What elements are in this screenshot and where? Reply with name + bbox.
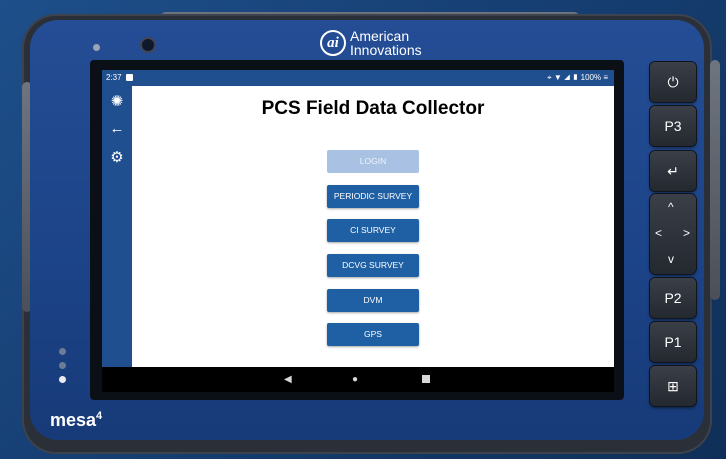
windows-key[interactable]: ⊞ xyxy=(650,366,696,406)
enter-icon: ↵ xyxy=(667,163,679,179)
power-button[interactable]: ⏻ xyxy=(650,62,696,102)
signal-icon: ◢ xyxy=(563,73,571,82)
brand-line-2: Innovations xyxy=(350,42,422,58)
brand-name: American Innovations xyxy=(350,29,422,57)
menu-icon: ≡ xyxy=(603,73,608,82)
power-icon: ⏻ xyxy=(667,74,679,90)
p2-key[interactable]: P2 xyxy=(650,278,696,318)
chevron-left-icon[interactable]: < xyxy=(655,226,662,240)
brand-line-1: American xyxy=(350,28,410,44)
periodic-survey-button[interactable]: PERIODIC SURVEY xyxy=(327,185,419,208)
windows-icon: ⊞ xyxy=(667,378,679,394)
chevron-up-icon[interactable]: ^ xyxy=(668,200,674,214)
back-arrow-icon[interactable]: ← xyxy=(102,120,132,137)
dcvg-survey-button[interactable]: DCVG SURVEY xyxy=(327,254,419,277)
device-screen: 2:37 ⌖ ▼ ◢ ▮ 100% ≡ ✺ ← ⚙ PCS Field Data… xyxy=(102,70,614,392)
directional-pad[interactable]: ^ v < > xyxy=(650,194,696,274)
app-logo-icon[interactable]: ✺ xyxy=(102,92,132,110)
battery-icon: ▮ xyxy=(572,73,579,82)
light-sensor xyxy=(93,44,100,51)
login-button[interactable]: LOGIN xyxy=(327,150,419,173)
ci-survey-button[interactable]: CI SURVEY xyxy=(327,219,419,242)
device-grip-right xyxy=(710,60,720,300)
enter-key[interactable]: ↵ xyxy=(650,151,696,191)
nav-recents-icon[interactable] xyxy=(422,375,430,383)
location-icon: ⌖ xyxy=(547,73,552,82)
gear-icon[interactable]: ⚙ xyxy=(102,148,132,166)
indicator-led-1 xyxy=(59,348,66,355)
model-name: mesa4 xyxy=(50,410,102,431)
wifi-icon: ▼ xyxy=(553,73,562,82)
gps-button[interactable]: GPS xyxy=(327,323,419,346)
brand-logo: ai xyxy=(320,30,346,56)
p3-key[interactable]: P3 xyxy=(650,106,696,146)
page-title: PCS Field Data Collector xyxy=(261,98,485,119)
side-rail: ✺ ← ⚙ xyxy=(102,86,132,367)
p1-key[interactable]: P1 xyxy=(650,322,696,362)
nav-back-icon[interactable]: ◀ xyxy=(284,367,292,392)
camera-lens-icon xyxy=(140,37,156,53)
nav-home-icon[interactable]: ● xyxy=(352,367,358,392)
chevron-right-icon[interactable]: > xyxy=(683,226,690,240)
status-time: 2:37 xyxy=(106,73,122,82)
indicator-led-2 xyxy=(59,362,66,369)
status-bar: 2:37 ⌖ ▼ ◢ ▮ 100% ≡ xyxy=(102,70,614,86)
indicator-led-3 xyxy=(59,376,66,383)
model-version: 4 xyxy=(96,410,103,422)
notification-icon xyxy=(126,74,133,81)
chevron-down-icon[interactable]: v xyxy=(668,252,674,266)
model-text: mesa xyxy=(50,410,97,430)
status-icons: ⌖ ▼ ◢ ▮ 100% ≡ xyxy=(547,70,608,86)
android-nav-bar: ◀ ● xyxy=(102,367,614,392)
dvm-button[interactable]: DVM xyxy=(327,289,419,312)
battery-level: 100% xyxy=(580,73,602,82)
